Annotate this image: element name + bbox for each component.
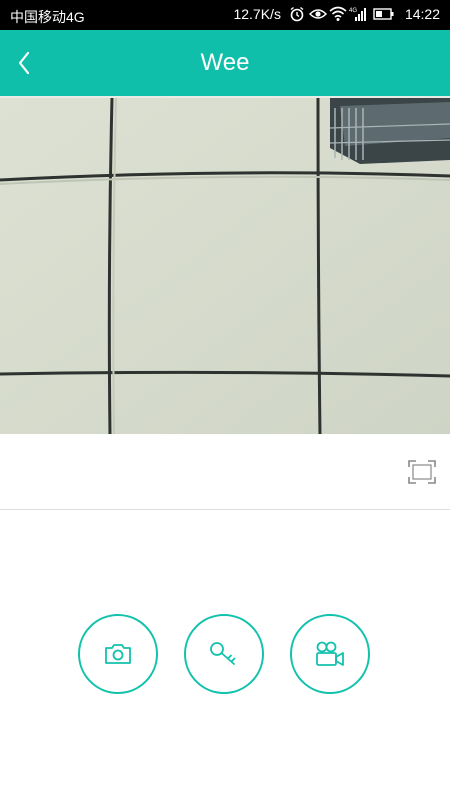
app-bar: Wee bbox=[0, 30, 450, 96]
signal-icon: 4G bbox=[349, 6, 369, 22]
status-icons: 12.7K/s 4G 14:22 bbox=[233, 6, 440, 22]
video-camera-icon bbox=[316, 641, 344, 666]
alarm-icon bbox=[289, 6, 305, 22]
snapshot-button[interactable] bbox=[78, 614, 158, 694]
wifi-icon bbox=[329, 6, 347, 22]
unlock-button[interactable] bbox=[184, 614, 264, 694]
camera-icon bbox=[105, 644, 131, 664]
network-speed: 12.7K/s bbox=[233, 6, 281, 22]
status-bar: 中国移动4G 12.7K/s 4G 14:22 bbox=[0, 0, 450, 30]
eye-icon bbox=[308, 6, 327, 22]
video-controls bbox=[0, 434, 450, 510]
record-button[interactable] bbox=[290, 614, 370, 694]
carrier-label: 中国移动4G bbox=[10, 9, 85, 25]
battery-icon bbox=[373, 6, 395, 22]
key-icon bbox=[210, 642, 236, 665]
live-video-view[interactable] bbox=[0, 96, 450, 434]
signal-label: 4G bbox=[349, 8, 357, 14]
fullscreen-button[interactable] bbox=[408, 460, 436, 484]
fullscreen-icon bbox=[408, 460, 436, 484]
clock: 14:22 bbox=[404, 6, 440, 22]
page-title: Wee bbox=[200, 49, 250, 76]
